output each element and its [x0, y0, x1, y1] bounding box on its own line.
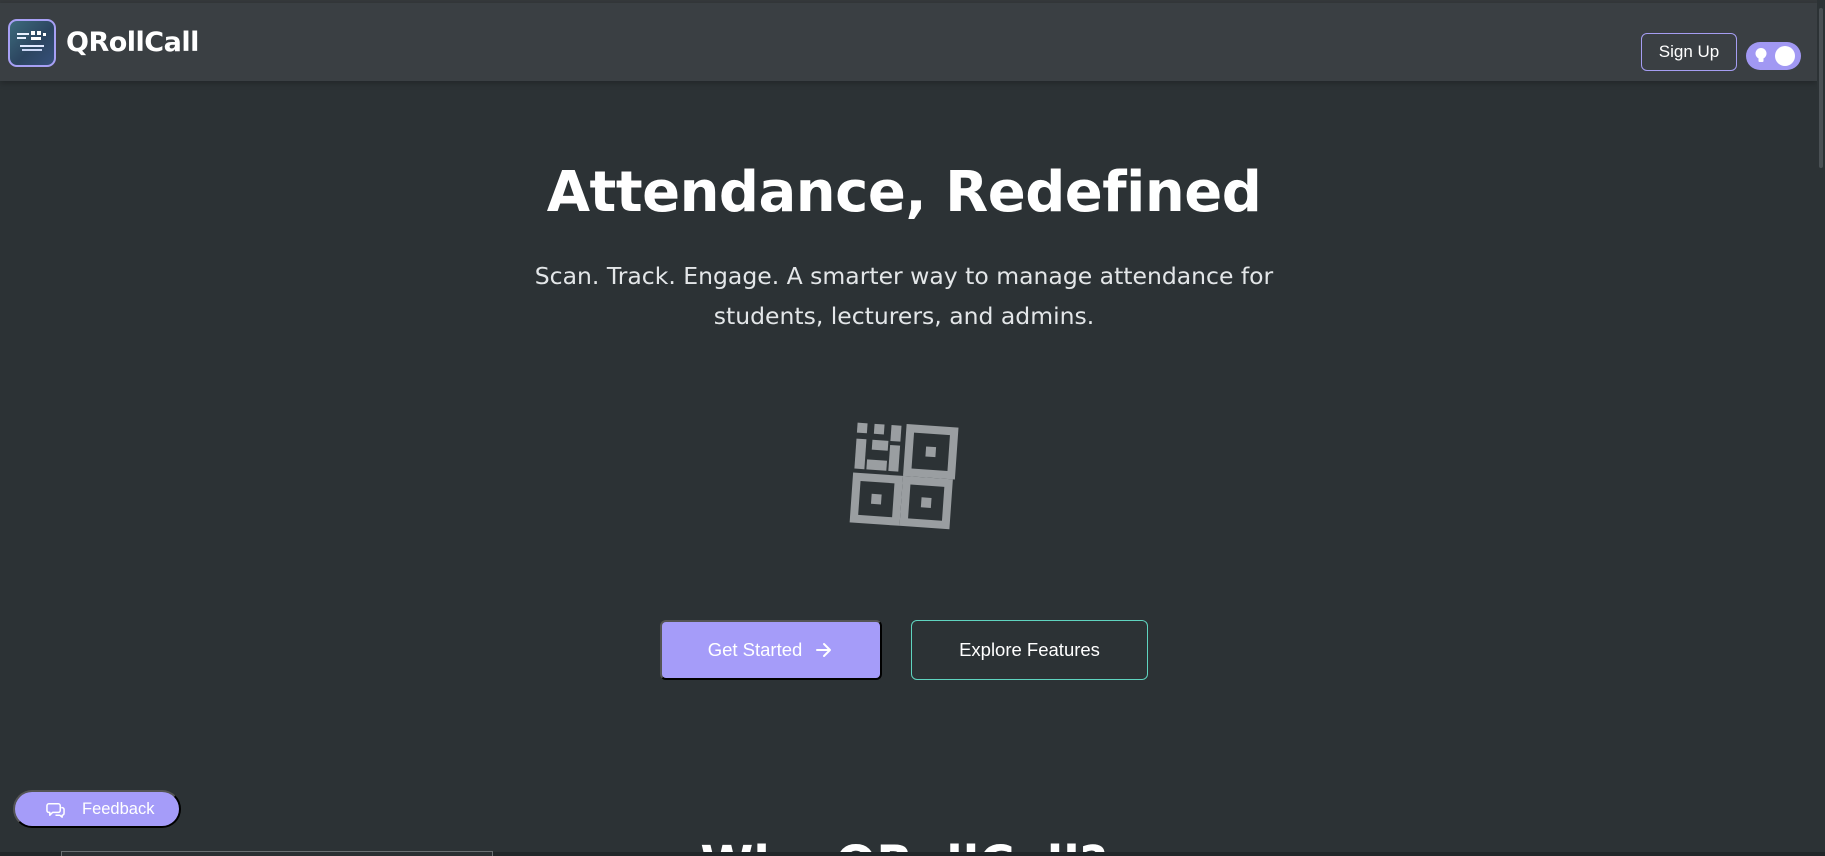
- feedback-button[interactable]: Feedback: [13, 790, 181, 828]
- feedback-label: Feedback: [82, 799, 155, 818]
- get-started-button[interactable]: Get Started: [660, 620, 882, 680]
- bottom-tab[interactable]: [61, 851, 493, 856]
- lightbulb-icon: [1755, 48, 1767, 62]
- qr-logo-icon[interactable]: [8, 19, 56, 67]
- get-started-label: Get Started: [707, 639, 803, 660]
- qr-code-icon: [849, 422, 959, 530]
- toggle-knob: [1775, 46, 1795, 66]
- scrollbar-thumb[interactable]: [1819, 8, 1823, 168]
- hero-subtitle: Scan. Track. Engage. A smarter way to ma…: [534, 262, 1274, 330]
- theme-toggle[interactable]: [1746, 42, 1801, 70]
- brand-name[interactable]: QRollCall: [66, 27, 199, 58]
- explore-features-button[interactable]: Explore Features: [911, 620, 1148, 680]
- sign-up-button[interactable]: Sign Up: [1641, 33, 1737, 71]
- page: QRollCall Sign Up Attendance, Redefined …: [0, 0, 1825, 856]
- hero-title: Attendance, Redefined: [546, 160, 1262, 225]
- navbar: QRollCall Sign Up: [0, 3, 1817, 81]
- chat-bubbles-icon: [46, 802, 65, 818]
- arrow-right-icon: [816, 643, 832, 657]
